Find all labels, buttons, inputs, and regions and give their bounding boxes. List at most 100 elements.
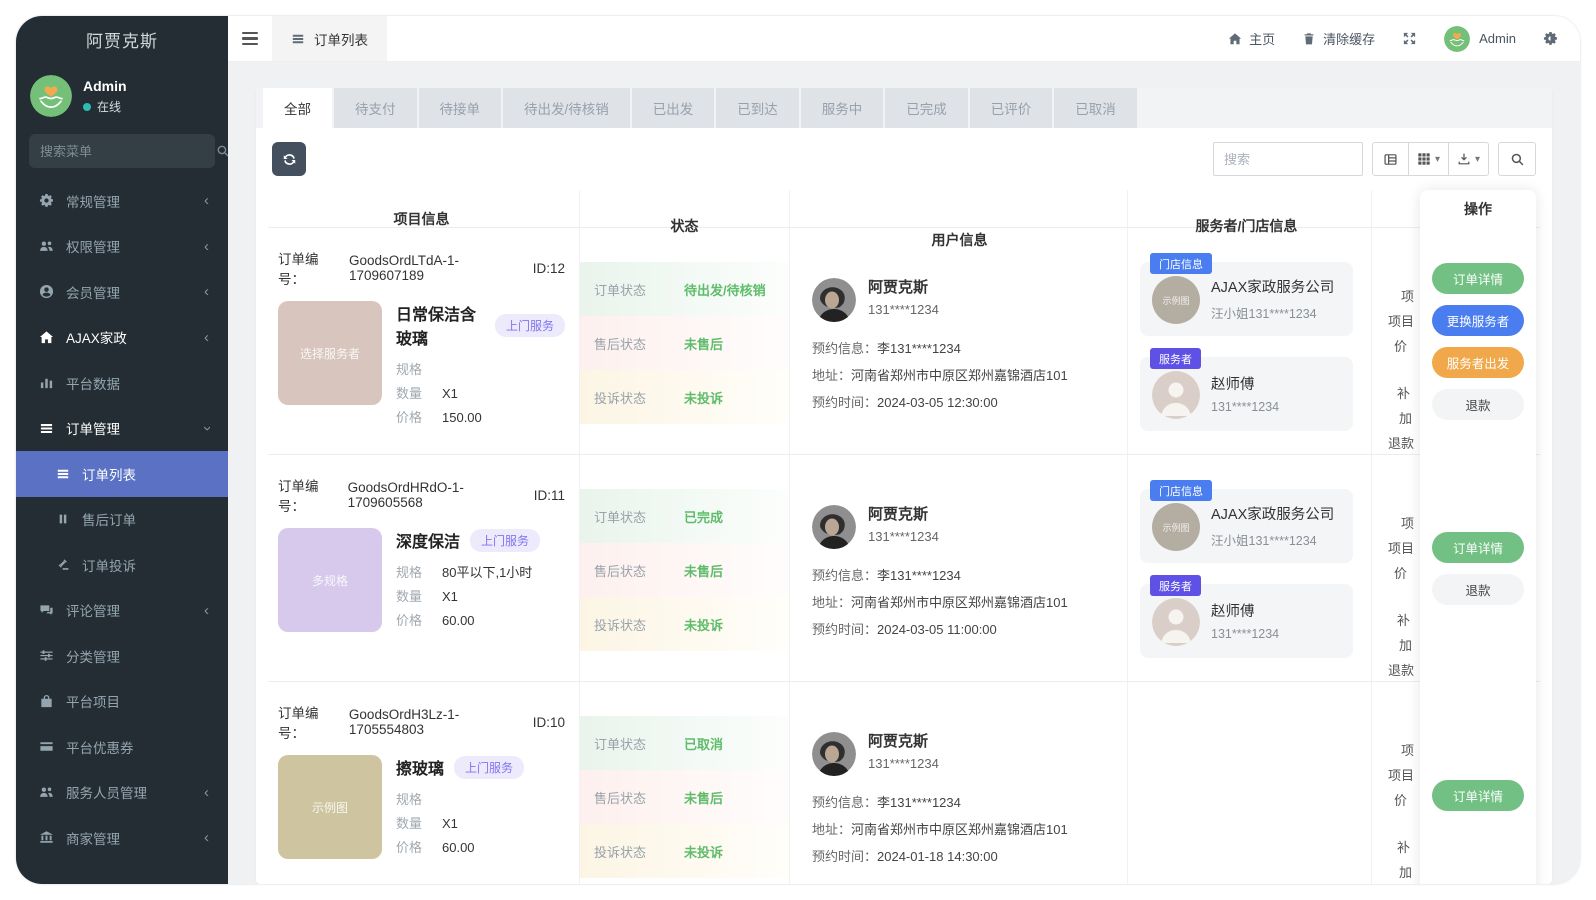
tab-pending-departure[interactable]: 待出发/待核销 — [503, 88, 630, 128]
action-column-panel: 操作 订单详情 更换服务者 服务者出发 退款 订单详情 退款 订单详情 — [1420, 190, 1536, 884]
user-info-cell: 阿贾克斯 131****1234 预约信息：李131****1234 地址：河南… — [790, 228, 1128, 454]
sidebar-item-platform-projects[interactable]: 平台项目 — [16, 679, 228, 725]
sidebar-item-label: 订单投诉 — [82, 555, 136, 575]
sidebar-toggle-button[interactable] — [228, 32, 272, 45]
tab-all[interactable]: 全部 — [263, 88, 332, 128]
store-card: 门店信息 示例图 AJAX家政服务公司 汪小姐131****1234 — [1140, 262, 1353, 336]
table-row: 订单编号： GoodsOrdHRdO-1-1709605568 ID:11 多规… — [268, 455, 1540, 682]
table-row: 订单编号： GoodsOrdLTdA-1-1709607189 ID:12 选择… — [268, 228, 1540, 455]
worker-depart-button[interactable]: 服务者出发 — [1432, 347, 1524, 378]
tab-pending-accept[interactable]: 待接单 — [419, 88, 502, 128]
status-cell: 订单状态待出发/待核销 售后状态未售后 投诉状态未投诉 — [580, 228, 790, 454]
address: 河南省郑州市中原区郑州嘉锦酒店101 — [851, 368, 1068, 383]
store-contact: 汪小姐131****1234 — [1211, 303, 1334, 322]
export-button[interactable]: ▾ — [1449, 142, 1489, 176]
booking-info: 李131****1234 — [877, 341, 961, 356]
table-toolbar: ▾ ▾ — [256, 128, 1552, 190]
worker-phone: 131****1234 — [1211, 400, 1279, 414]
columns-button[interactable]: ▾ — [1409, 142, 1449, 176]
refresh-button[interactable] — [272, 142, 306, 176]
tab-in-service[interactable]: 服务中 — [801, 88, 884, 128]
store-card: 门店信息 示例图 AJAX家政服务公司 汪小姐131****1234 — [1140, 489, 1353, 563]
store-name: AJAX家政服务公司 — [1211, 506, 1334, 525]
address: 河南省郑州市中原区郑州嘉锦酒店101 — [851, 822, 1068, 837]
chevron-left-icon: ‹ — [204, 603, 209, 618]
tab-reviewed[interactable]: 已评价 — [970, 88, 1053, 128]
row-actions: 订单详情 退款 — [1420, 455, 1536, 682]
user-menu[interactable]: Admin — [1444, 26, 1516, 52]
home-icon — [1228, 32, 1242, 46]
user-name: 阿贾克斯 — [868, 732, 939, 752]
order-detail-button[interactable]: 订单详情 — [1432, 532, 1524, 563]
list-icon — [37, 421, 56, 436]
detail-view-button[interactable] — [1372, 142, 1409, 176]
app-title: 阿贾克斯 — [16, 16, 228, 62]
tab-arrived[interactable]: 已到达 — [716, 88, 799, 128]
sidebar-item-order-complaints[interactable]: 订单投诉 — [16, 542, 228, 588]
sidebar-item-label: 服务人员管理 — [66, 782, 147, 802]
worker-badge: 服务者 — [1150, 348, 1201, 369]
tab-completed[interactable]: 已完成 — [885, 88, 968, 128]
user-avatar — [812, 732, 856, 776]
door-service-badge: 上门服务 — [470, 529, 540, 552]
sidebar-item-ajax-housekeeping[interactable]: AJAX家政‹ — [16, 315, 228, 361]
order-detail-button[interactable]: 订单详情 — [1432, 263, 1524, 294]
change-worker-button[interactable]: 更换服务者 — [1432, 305, 1524, 336]
sidebar-item-categories[interactable]: 分类管理 — [16, 633, 228, 679]
comments-icon — [37, 603, 56, 618]
sidebar-item-order-management[interactable]: 订单管理‹ — [16, 406, 228, 452]
caret-down-icon: ▾ — [1475, 154, 1480, 165]
complaint-status-value: 未投诉 — [684, 615, 723, 634]
sidebar-search-input[interactable] — [40, 144, 216, 159]
caret-down-icon: ▾ — [1435, 154, 1440, 165]
sidebar-item-platform-coupons[interactable]: 平台优惠券 — [16, 724, 228, 770]
address: 河南省郑州市中原区郑州嘉锦酒店101 — [851, 595, 1068, 610]
search-button[interactable] — [1498, 142, 1536, 176]
avatar — [1444, 26, 1470, 52]
aftersale-status-value: 未售后 — [684, 561, 723, 580]
sidebar-item-label: 评论管理 — [66, 600, 120, 620]
project-thumbnail: 多规格 — [278, 528, 382, 632]
user-name: Admin — [1479, 31, 1516, 46]
settings-button[interactable] — [1543, 31, 1558, 46]
project-thumbnail: 示例图 — [278, 755, 382, 859]
refund-button[interactable]: 退款 — [1432, 574, 1524, 605]
list-icon — [291, 32, 305, 46]
tab-cancelled[interactable]: 已取消 — [1054, 88, 1137, 128]
sidebar-item-merchants[interactable]: 商家管理‹ — [16, 815, 228, 861]
header-status: 状态 — [580, 190, 790, 227]
sidebar-item-label: 订单列表 — [82, 464, 136, 484]
search-icon[interactable] — [216, 144, 228, 158]
chevron-left-icon: ‹ — [204, 239, 209, 254]
order-status-value: 已完成 — [684, 507, 723, 526]
sidebar-item-aftersale-orders[interactable]: 售后订单 — [16, 497, 228, 543]
navbar-tab-order-list[interactable]: 订单列表 — [272, 16, 387, 61]
sidebar-item-permissions[interactable]: 权限管理‹ — [16, 224, 228, 270]
bag-icon — [37, 694, 56, 709]
sidebar-item-members[interactable]: 会员管理‹ — [16, 269, 228, 315]
bar-chart-icon — [37, 375, 56, 390]
fullscreen-button[interactable] — [1402, 31, 1417, 46]
top-navbar: 订单列表 主页 清除缓存 Admin — [228, 16, 1580, 62]
tab-departed[interactable]: 已出发 — [632, 88, 715, 128]
order-list-card: 全部 待支付 待接单 待出发/待核销 已出发 已到达 服务中 已完成 已评价 已… — [256, 88, 1552, 884]
tab-pending-payment[interactable]: 待支付 — [334, 88, 417, 128]
sidebar-item-platform-data[interactable]: 平台数据 — [16, 360, 228, 406]
project-info-cell: 订单编号： GoodsOrdHRdO-1-1709605568 ID:11 多规… — [268, 455, 580, 681]
home-link[interactable]: 主页 — [1228, 29, 1275, 48]
clear-cache-button[interactable]: 清除缓存 — [1302, 29, 1375, 48]
sidebar-item-order-list[interactable]: 订单列表 — [16, 451, 228, 497]
door-service-badge: 上门服务 — [454, 756, 524, 779]
store-avatar: 示例图 — [1152, 276, 1200, 324]
order-detail-button[interactable]: 订单详情 — [1432, 780, 1524, 811]
table-search-input[interactable] — [1213, 142, 1363, 176]
sidebar-item-comments[interactable]: 评论管理 ‹ — [16, 588, 228, 634]
sidebar-item-general[interactable]: 常规管理‹ — [16, 178, 228, 224]
project-info-cell: 订单编号： GoodsOrdH3Lz-1-1705554803 ID:10 示例… — [268, 682, 580, 884]
sidebar-item-service-staff[interactable]: 服务人员管理‹ — [16, 770, 228, 816]
refund-button[interactable]: 退款 — [1432, 389, 1524, 420]
users-icon — [37, 785, 56, 800]
worker-avatar — [1152, 598, 1200, 646]
sidebar-user-status: 在线 — [97, 98, 121, 115]
user-name: 阿贾克斯 — [868, 278, 939, 298]
